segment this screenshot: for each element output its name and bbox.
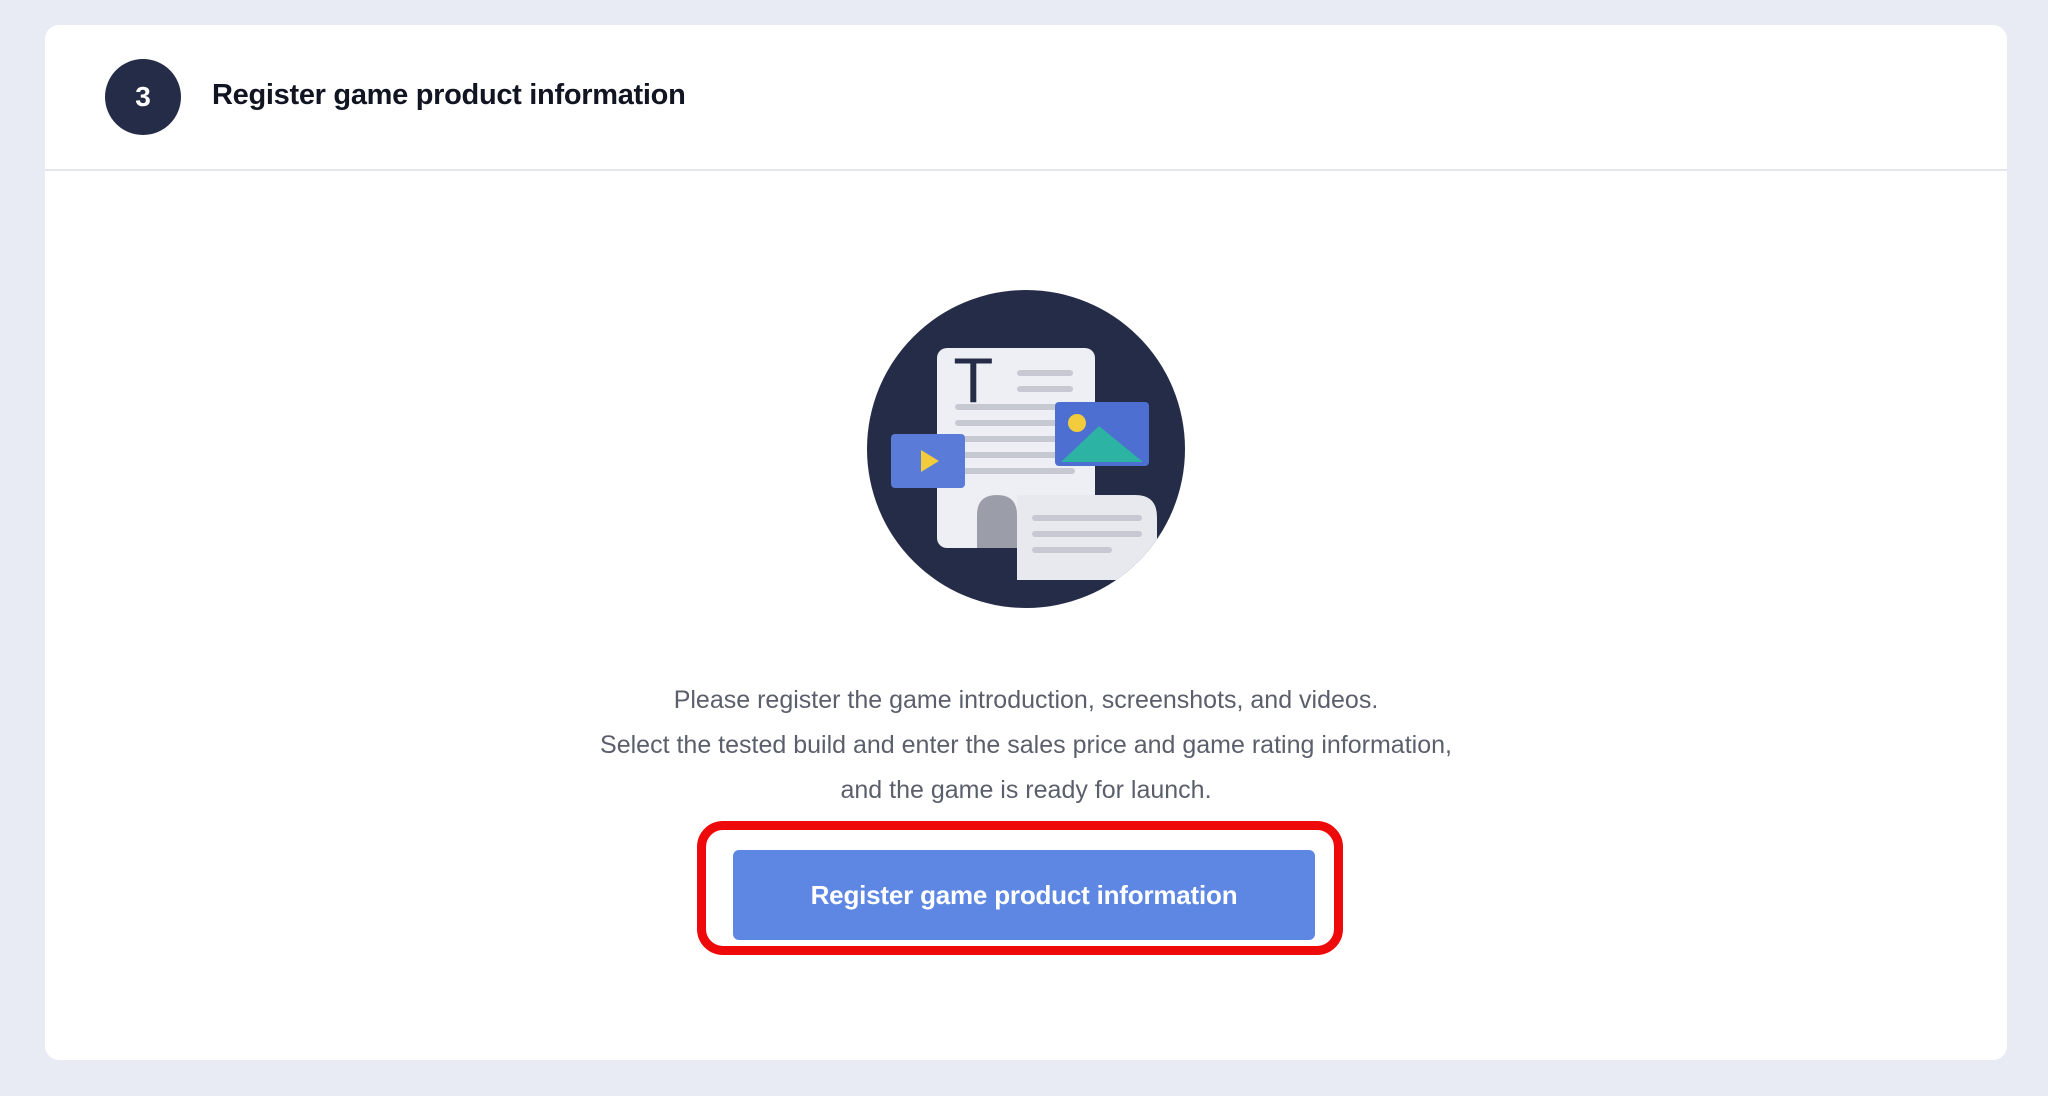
document-media-icon: T <box>867 290 1185 608</box>
description-line-3: and the game is ready for launch. <box>840 776 1212 804</box>
title-glyph: T <box>954 347 992 417</box>
step-card: 3 Register game product information T Pl… <box>45 25 2007 1060</box>
description-line-1: Please register the game introduction, s… <box>673 686 1379 714</box>
step-title: Register game product information <box>212 79 686 111</box>
description-line-2: Select the tested build and enter the sa… <box>600 731 1452 759</box>
step-number-badge: 3 <box>105 59 181 135</box>
step-header: 3 Register game product information <box>45 25 2007 171</box>
register-product-button[interactable]: Register game product information <box>733 850 1315 940</box>
